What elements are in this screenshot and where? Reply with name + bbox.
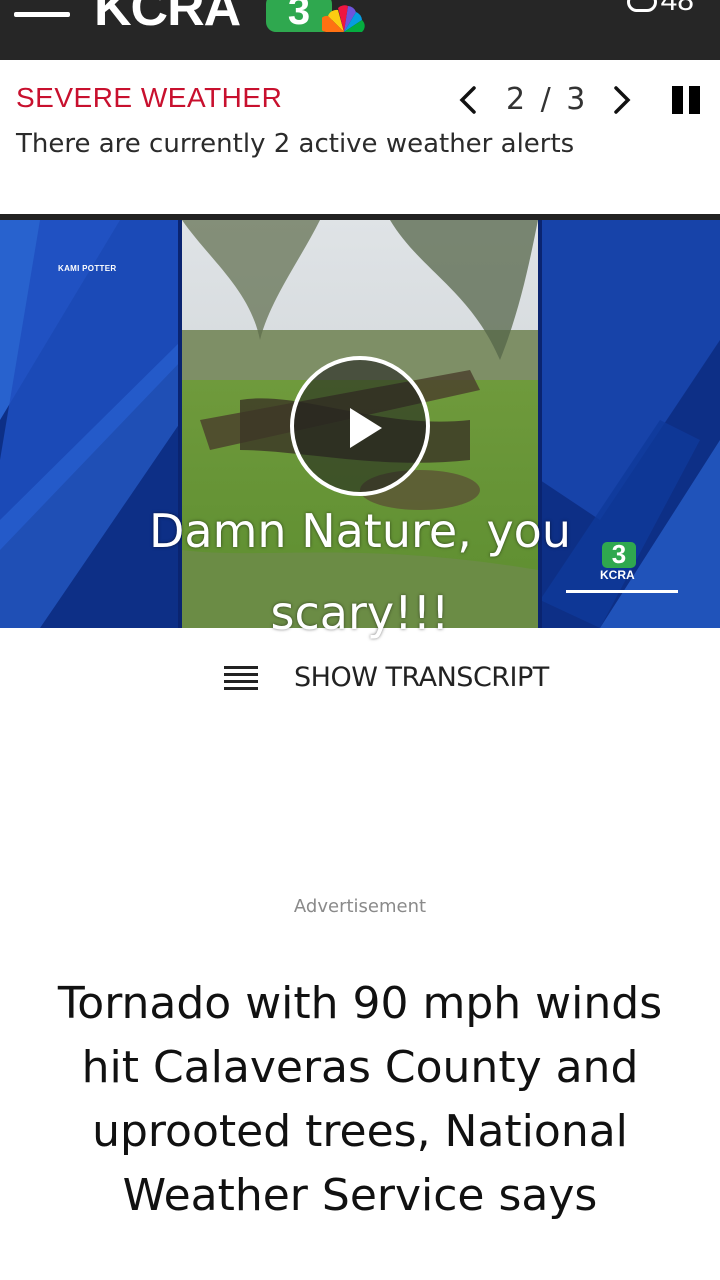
alert-page-count: 2 / 3 [506, 82, 589, 117]
show-transcript-label: SHOW TRANSCRIPT [294, 662, 549, 693]
logo-text[interactable]: KCRA [94, 0, 241, 38]
menu-icon[interactable] [14, 0, 70, 22]
video-name-tag: KAMI POTTER [58, 264, 117, 273]
pause-icon[interactable] [672, 86, 702, 114]
article-headline: Tornado with 90 mph winds hit Calaveras … [57, 978, 663, 1221]
peacock-icon [322, 5, 365, 33]
chevron-left-icon[interactable] [454, 80, 484, 120]
site-header: KCRA 3 48 [0, 0, 720, 60]
play-button[interactable] [290, 356, 430, 496]
list-icon [224, 666, 258, 690]
alert-message[interactable]: There are currently 2 active weather ale… [16, 129, 574, 159]
weather-indicator[interactable]: 48 [626, 0, 694, 18]
cloud-icon [626, 0, 657, 13]
play-icon [350, 408, 382, 448]
advertisement-label: Advertisement [293, 896, 427, 917]
show-transcript-button[interactable]: SHOW TRANSCRIPT [224, 660, 564, 700]
overlay-caption: Damn Nature, you scary!!! [149, 504, 571, 640]
temperature: 48 [660, 0, 694, 17]
alert-title[interactable]: SEVERE WEATHER [16, 82, 282, 114]
alert-pager: 2 / 3 [454, 80, 714, 120]
chevron-right-icon[interactable] [606, 80, 636, 120]
